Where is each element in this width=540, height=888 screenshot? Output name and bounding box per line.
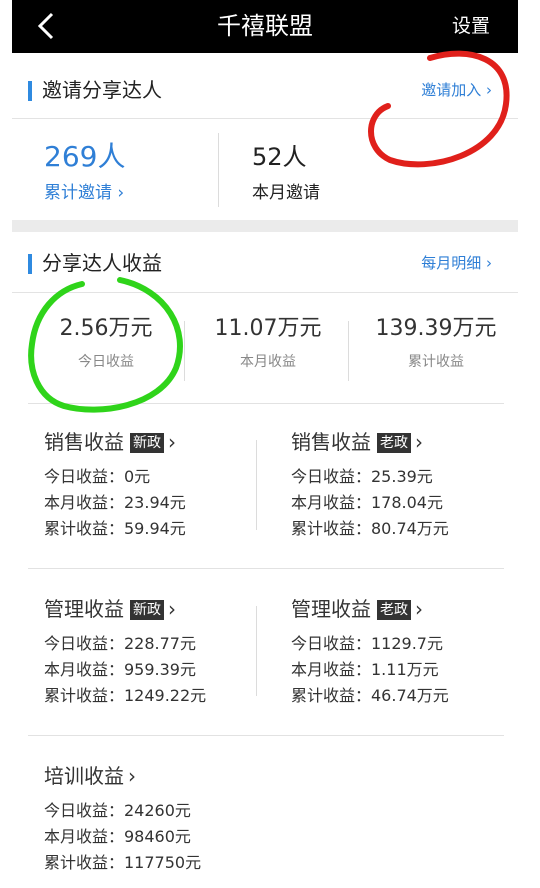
total-income: 139.39万元 累计收益	[356, 313, 516, 373]
month-row: 本月收益：178.04元	[291, 493, 443, 512]
block-title-row: 管理收益 老政 ›	[291, 595, 449, 623]
today-row: 今日收益：0元	[44, 467, 151, 486]
training-income-block[interactable]: 培训收益 › 今日收益：24260元 本月收益：98460元 累计收益：11775…	[44, 762, 201, 876]
income-section-title: 分享达人收益	[42, 251, 162, 275]
policy-tag: 新政	[130, 433, 164, 453]
management-income-old-block[interactable]: 管理收益 老政 › 今日收益：1129.7元 本月收益：1.11万元 累计收益：46…	[291, 595, 449, 709]
policy-tag: 老政	[377, 600, 411, 620]
divider	[218, 133, 219, 207]
block-title-row: 培训收益 ›	[44, 762, 201, 790]
today-income: 2.56万元 今日收益	[26, 313, 186, 373]
settings-button[interactable]: 设置	[452, 13, 490, 39]
divider	[184, 321, 185, 381]
sales-income-old-block[interactable]: 销售收益 老政 › 今日收益：25.39元 本月收益：178.04元 累计收益：80…	[291, 428, 449, 542]
month-row: 本月收益：1.11万元	[291, 660, 439, 679]
management-income-new-block[interactable]: 管理收益 新政 › 今日收益：228.77元 本月收益：959.39元 累计收益：1…	[44, 595, 206, 709]
income-summary: 2.56万元 今日收益 11.07万元 本月收益 139.39万元 累计收益	[12, 292, 518, 404]
total-income-value: 139.39万元	[375, 316, 497, 341]
today-row: 今日收益：24260元	[44, 801, 191, 820]
total-row: 累计收益：59.94元	[44, 519, 186, 538]
chevron-right-icon: ›	[168, 430, 176, 454]
total-invites-value[interactable]: 269人	[44, 137, 125, 177]
month-income-label: 本月收益	[240, 354, 296, 370]
total-income-label: 累计收益	[408, 354, 464, 370]
total-row: 累计收益：46.74万元	[291, 686, 449, 705]
block-title-row: 管理收益 新政 ›	[44, 595, 206, 623]
divider	[256, 440, 257, 530]
block-title-row: 销售收益 老政 ›	[291, 428, 449, 456]
total-row: 累计收益：117750元	[44, 853, 202, 872]
block-title: 管理收益	[291, 597, 371, 621]
policy-tag: 老政	[377, 433, 411, 453]
total-row: 累计收益：80.74万元	[291, 519, 449, 538]
today-row: 今日收益：228.77元	[44, 634, 196, 653]
chevron-right-icon: ›	[415, 597, 423, 621]
today-row: 今日收益：1129.7元	[291, 634, 443, 653]
page-title: 千禧联盟	[217, 12, 313, 40]
section-accent-bar	[28, 81, 32, 101]
total-invites-link[interactable]: 累计邀请 ›	[44, 181, 124, 205]
policy-tag: 新政	[130, 600, 164, 620]
today-row: 今日收益：25.39元	[291, 467, 433, 486]
monthly-detail-link[interactable]: 每月明细 ›	[421, 252, 492, 274]
invite-stats: 269人 累计邀请 › 52人 本月邀请	[12, 118, 518, 220]
block-title: 销售收益	[291, 430, 371, 454]
divider	[28, 403, 504, 404]
month-invites-value: 52人	[252, 143, 307, 171]
invite-section-title: 邀请分享达人	[42, 78, 162, 102]
block-title-row: 销售收益 新政 ›	[44, 428, 186, 456]
top-nav-bar: 千禧联盟 设置	[12, 0, 518, 53]
chevron-right-icon: ›	[415, 430, 423, 454]
month-invites-label: 本月邀请	[252, 183, 320, 203]
invite-section-header: 邀请分享达人 邀请加入 ›	[12, 61, 518, 117]
divider	[28, 568, 504, 569]
block-title: 培训收益	[44, 764, 124, 788]
month-row: 本月收益：98460元	[44, 827, 191, 846]
divider	[28, 735, 504, 736]
month-row: 本月收益：959.39元	[44, 660, 196, 679]
section-gap	[12, 220, 518, 232]
sales-income-new-block[interactable]: 销售收益 新政 › 今日收益：0元 本月收益：23.94元 累计收益：59.94元	[44, 428, 186, 542]
today-income-value: 2.56万元	[59, 316, 153, 341]
month-income: 11.07万元 本月收益	[188, 313, 348, 373]
month-row: 本月收益：23.94元	[44, 493, 186, 512]
total-row: 累计收益：1249.22元	[44, 686, 207, 705]
income-section-header: 分享达人收益 每月明细 ›	[12, 234, 518, 290]
today-income-label: 今日收益	[78, 354, 134, 370]
chevron-right-icon: ›	[128, 764, 136, 788]
section-accent-bar	[28, 254, 32, 274]
block-title: 销售收益	[44, 430, 124, 454]
chevron-right-icon: ›	[168, 597, 176, 621]
divider	[348, 321, 349, 381]
invite-join-link[interactable]: 邀请加入 ›	[421, 79, 492, 101]
month-income-value: 11.07万元	[214, 316, 322, 341]
divider	[256, 606, 257, 696]
block-title: 管理收益	[44, 597, 124, 621]
